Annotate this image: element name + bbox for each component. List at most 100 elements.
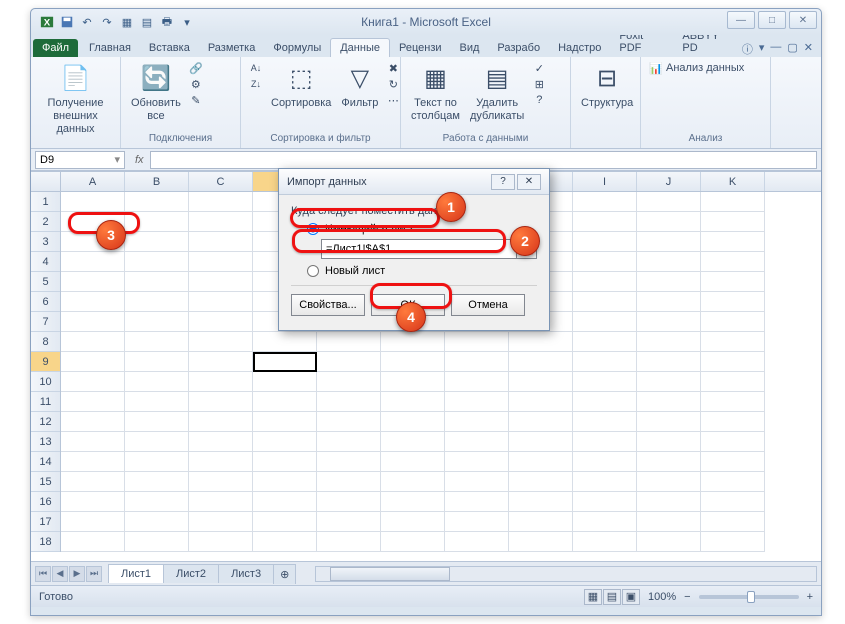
col-header[interactable]: I [573, 172, 637, 191]
cell[interactable] [573, 352, 637, 372]
cell[interactable] [125, 412, 189, 432]
cell[interactable] [189, 392, 253, 412]
cell[interactable] [189, 512, 253, 532]
cell[interactable] [573, 392, 637, 412]
cell[interactable] [381, 472, 445, 492]
cell[interactable] [61, 272, 125, 292]
qat-icon[interactable]: ▦ [119, 14, 135, 30]
cell[interactable] [637, 292, 701, 312]
cell[interactable] [701, 292, 765, 312]
cell[interactable] [61, 192, 125, 212]
sort-button[interactable]: ⬚Сортировка [269, 61, 333, 112]
range-input[interactable] [321, 239, 517, 259]
cell[interactable] [701, 492, 765, 512]
cell[interactable] [637, 332, 701, 352]
row-header[interactable]: 7 [31, 312, 60, 332]
cell[interactable] [701, 432, 765, 452]
connections-item[interactable]: 🔗 [189, 61, 203, 75]
nav-next-icon[interactable]: ▶ [69, 566, 85, 582]
cell[interactable] [701, 412, 765, 432]
col-header[interactable]: B [125, 172, 189, 191]
cell[interactable] [381, 392, 445, 412]
cell[interactable] [637, 472, 701, 492]
dropdown-icon[interactable]: ▾ [179, 14, 195, 30]
col-header[interactable]: A [61, 172, 125, 191]
cell[interactable] [189, 232, 253, 252]
sort-za-icon[interactable]: Z↓ [249, 77, 263, 91]
nav-prev-icon[interactable]: ◀ [52, 566, 68, 582]
cell[interactable] [125, 452, 189, 472]
sheet-tab[interactable]: Лист1 [108, 564, 164, 583]
cell[interactable] [253, 472, 317, 492]
cell[interactable] [381, 352, 445, 372]
row-header[interactable]: 16 [31, 492, 60, 512]
cell[interactable] [573, 432, 637, 452]
cell[interactable] [381, 532, 445, 552]
outline-button[interactable]: ⊟Структура [579, 61, 635, 112]
cell[interactable] [573, 252, 637, 272]
cell[interactable] [381, 452, 445, 472]
doc-close-icon[interactable]: ✕ [804, 41, 813, 57]
radio-input[interactable] [307, 265, 319, 277]
dialog-close-button[interactable]: ✕ [517, 174, 541, 190]
properties-item[interactable]: ⚙ [189, 77, 203, 91]
cell[interactable] [317, 372, 381, 392]
cell[interactable] [573, 452, 637, 472]
cell[interactable] [637, 312, 701, 332]
cell[interactable] [189, 372, 253, 392]
cell[interactable] [125, 492, 189, 512]
cell[interactable] [637, 252, 701, 272]
row-header[interactable]: 9 [31, 352, 60, 372]
cell[interactable] [189, 312, 253, 332]
save-icon[interactable] [59, 14, 75, 30]
cell[interactable] [125, 332, 189, 352]
minimize-button[interactable]: — [727, 11, 755, 29]
select-all-corner[interactable] [31, 172, 61, 191]
cell[interactable] [637, 212, 701, 232]
row-header[interactable]: 3 [31, 232, 60, 252]
cell[interactable] [189, 412, 253, 432]
cell[interactable] [61, 472, 125, 492]
cell[interactable] [637, 492, 701, 512]
tab-insert[interactable]: Вставка [140, 39, 199, 57]
cell[interactable] [317, 472, 381, 492]
cell[interactable] [573, 512, 637, 532]
cell[interactable] [509, 512, 573, 532]
edit-links-item[interactable]: ✎ [189, 93, 203, 107]
existing-sheet-radio[interactable]: Имеющийся лист: [307, 223, 537, 235]
cell[interactable] [637, 512, 701, 532]
cell[interactable] [509, 492, 573, 512]
remove-duplicates-button[interactable]: ▤Удалить дубликаты [468, 61, 526, 125]
cell[interactable] [61, 292, 125, 312]
cell[interactable] [61, 492, 125, 512]
row-header[interactable]: 1 [31, 192, 60, 212]
nav-last-icon[interactable]: ⏭ [86, 566, 102, 582]
cell[interactable] [573, 212, 637, 232]
formula-input[interactable] [150, 151, 817, 169]
cell[interactable] [701, 352, 765, 372]
row-header[interactable]: 6 [31, 292, 60, 312]
maximize-button[interactable]: □ [758, 11, 786, 29]
cell[interactable] [445, 332, 509, 352]
tab-data[interactable]: Данные [330, 38, 390, 57]
validation-icon[interactable]: ✓ [532, 61, 546, 75]
cell[interactable] [189, 192, 253, 212]
cell[interactable] [317, 332, 381, 352]
cell[interactable] [189, 292, 253, 312]
cell[interactable] [253, 452, 317, 472]
cell[interactable] [637, 352, 701, 372]
cell[interactable] [573, 412, 637, 432]
cell[interactable] [573, 472, 637, 492]
cell[interactable] [701, 512, 765, 532]
cell[interactable] [317, 412, 381, 432]
cell[interactable] [125, 212, 189, 232]
cell[interactable] [445, 412, 509, 432]
cell[interactable] [637, 432, 701, 452]
cell[interactable] [189, 532, 253, 552]
advanced-icon[interactable]: ⋯ [386, 93, 400, 107]
col-header[interactable]: J [637, 172, 701, 191]
undo-icon[interactable]: ↶ [79, 14, 95, 30]
dialog-titlebar[interactable]: Импорт данных ?✕ [279, 169, 549, 195]
tab-dev[interactable]: Разрабо [488, 39, 549, 57]
tab-addin[interactable]: Надстро [549, 39, 610, 57]
